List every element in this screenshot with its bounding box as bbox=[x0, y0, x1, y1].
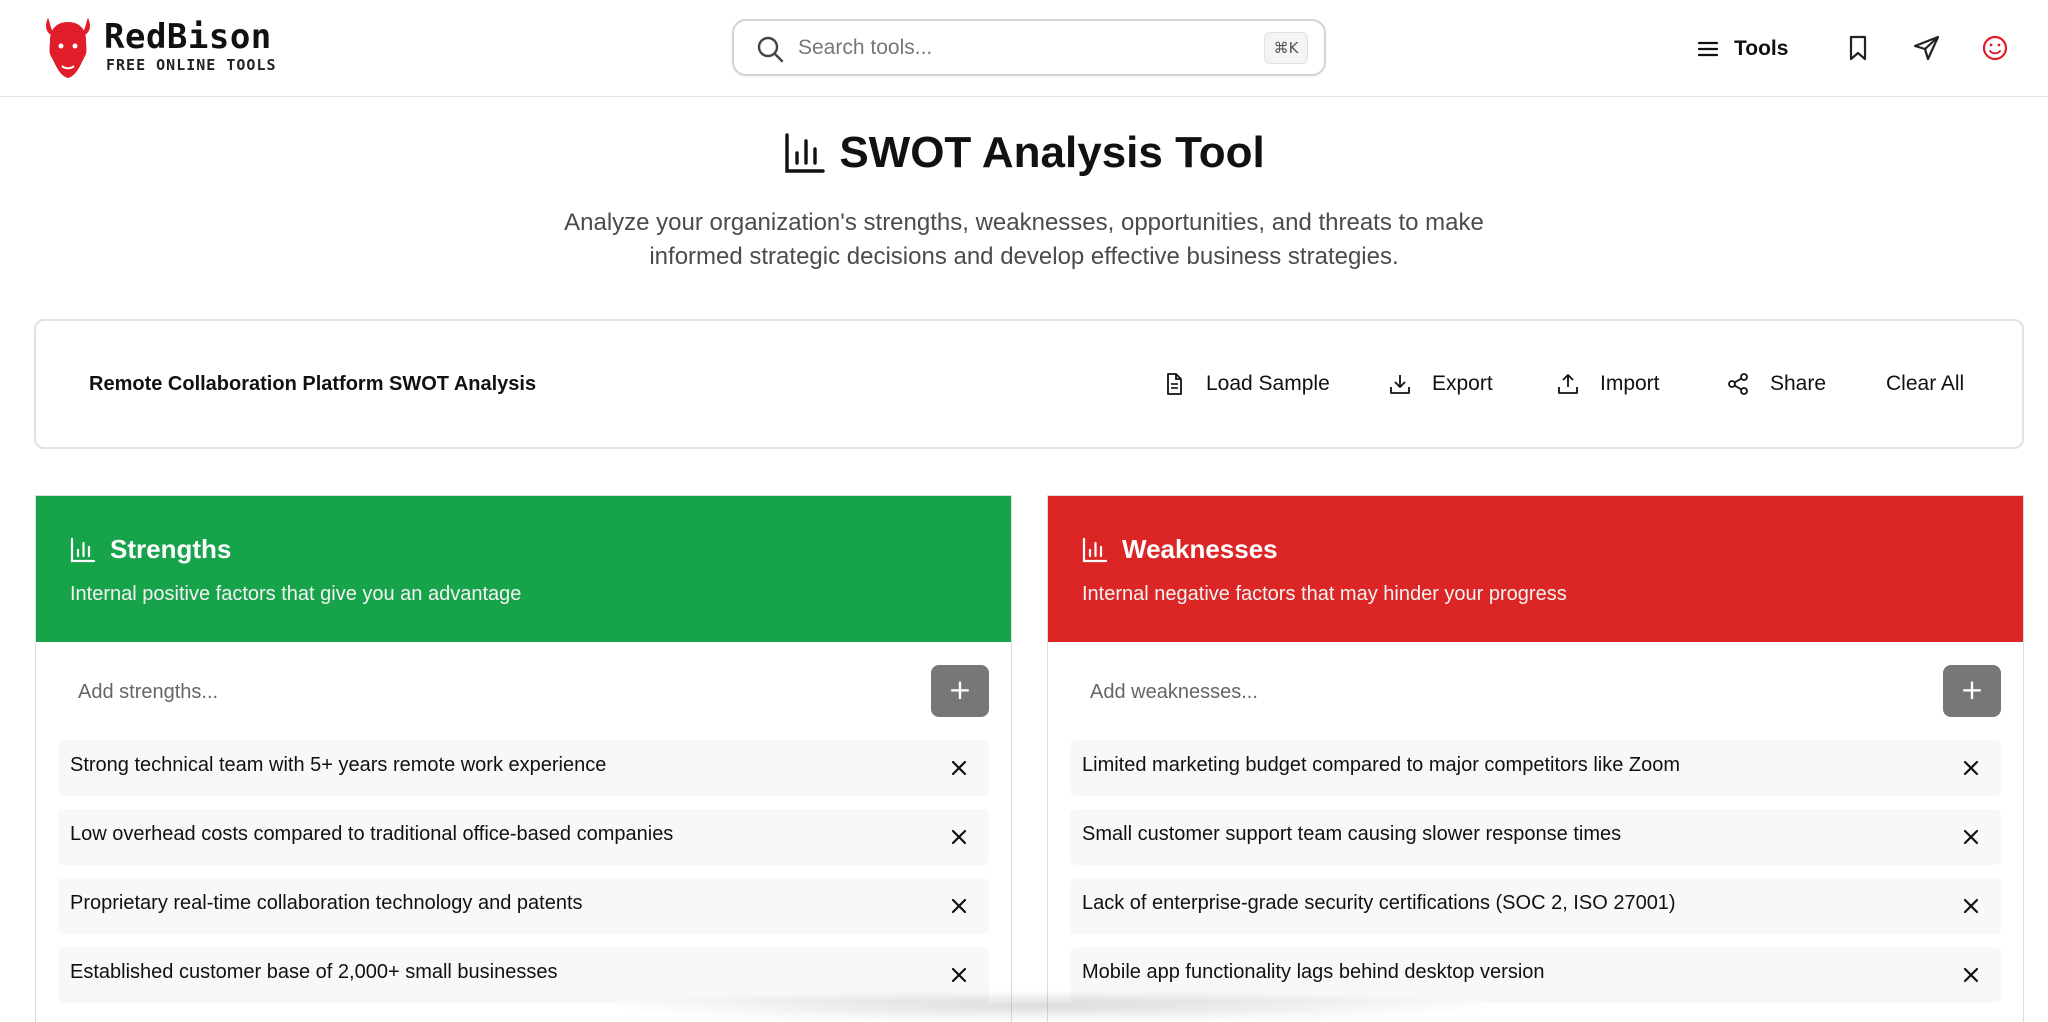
weaknesses-title-text: Weaknesses bbox=[1122, 534, 1278, 564]
bar-chart-icon bbox=[70, 537, 96, 562]
bar-chart-icon bbox=[785, 133, 826, 173]
weaknesses-title: Weaknesses bbox=[1082, 534, 1989, 565]
bookmark-icon[interactable] bbox=[1843, 33, 1873, 63]
search-input[interactable] bbox=[798, 33, 1238, 63]
download-icon bbox=[1390, 375, 1410, 394]
bison-icon bbox=[46, 18, 90, 78]
export-button[interactable]: Export bbox=[1388, 361, 1493, 407]
list-item-text: Strong technical team with 5+ years remo… bbox=[70, 754, 607, 776]
list-item: Lack of enterprise-grade security certif… bbox=[1070, 878, 2001, 934]
share-icon bbox=[1728, 373, 1748, 395]
project-name[interactable]: Remote Collaboration Platform SWOT Analy… bbox=[89, 373, 536, 396]
list-item: Limited marketing budget compared to maj… bbox=[1070, 740, 2001, 796]
document-icon bbox=[1167, 373, 1182, 395]
logo-tagline: FREE ONLINE TOOLS bbox=[106, 56, 277, 74]
strengths-add-button[interactable]: + bbox=[931, 665, 989, 717]
weaknesses-add-row: + bbox=[1048, 642, 2023, 740]
strengths-list: Strong technical team with 5+ years remo… bbox=[36, 740, 1011, 1003]
page-title: SWOT Analysis Tool bbox=[783, 128, 1265, 178]
smiley-icon[interactable] bbox=[1980, 33, 2010, 63]
scroll-shadow bbox=[600, 990, 1500, 1022]
weaknesses-add-input[interactable] bbox=[1070, 670, 1870, 714]
weaknesses-list: Limited marketing budget compared to maj… bbox=[1048, 740, 2023, 1003]
page-title-row: SWOT Analysis Tool bbox=[0, 128, 2048, 180]
list-item: Small customer support team causing slow… bbox=[1070, 809, 2001, 865]
share-label: Share bbox=[1770, 372, 1827, 395]
import-label: Import bbox=[1600, 372, 1660, 395]
strengths-description: Internal positive factors that give you … bbox=[70, 583, 522, 605]
weaknesses-description: Internal negative factors that may hinde… bbox=[1082, 583, 1567, 605]
page-subtitle: Analyze your organization's strengths, w… bbox=[564, 209, 1484, 270]
close-icon[interactable] bbox=[1959, 825, 1983, 849]
load-sample-button[interactable]: Load Sample bbox=[1162, 361, 1330, 407]
close-icon[interactable] bbox=[947, 825, 971, 849]
top-header: RedBison FREE ONLINE TOOLS ⌘K Tools bbox=[0, 0, 2048, 97]
weaknesses-add-button[interactable]: + bbox=[1943, 665, 2001, 717]
list-item-text: Small customer support team causing slow… bbox=[1082, 823, 1622, 845]
weaknesses-header: Weaknesses Internal negative factors tha… bbox=[1048, 496, 2023, 642]
menu-icon bbox=[1697, 41, 1719, 56]
clear-all-button[interactable]: Clear All bbox=[1886, 361, 1964, 407]
search-shortcut: ⌘K bbox=[1264, 32, 1308, 64]
bar-chart-icon bbox=[1082, 537, 1108, 562]
strengths-quadrant: Strengths Internal positive factors that… bbox=[35, 495, 1012, 1022]
list-item-text: Proprietary real-time collaboration tech… bbox=[70, 892, 583, 914]
list-item: Low overhead costs compared to tradition… bbox=[58, 809, 989, 865]
strengths-title: Strengths bbox=[70, 534, 977, 565]
close-icon[interactable] bbox=[947, 756, 971, 780]
upload-icon bbox=[1558, 374, 1578, 394]
list-item-text: Lack of enterprise-grade security certif… bbox=[1082, 892, 1676, 914]
list-item: Proprietary real-time collaboration tech… bbox=[58, 878, 989, 934]
strengths-header: Strengths Internal positive factors that… bbox=[36, 496, 1011, 642]
list-item-text: Low overhead costs compared to tradition… bbox=[70, 823, 674, 845]
page-title-text: SWOT Analysis Tool bbox=[839, 128, 1265, 177]
load-sample-label: Load Sample bbox=[1206, 372, 1330, 395]
import-button[interactable]: Import bbox=[1556, 361, 1660, 407]
close-icon[interactable] bbox=[947, 894, 971, 918]
weaknesses-quadrant: Weaknesses Internal negative factors tha… bbox=[1047, 495, 2024, 1022]
close-icon[interactable] bbox=[1959, 963, 1983, 987]
logo[interactable]: RedBison FREE ONLINE TOOLS bbox=[42, 12, 277, 80]
close-icon[interactable] bbox=[947, 963, 971, 987]
share-button[interactable]: Share bbox=[1726, 361, 1826, 407]
analysis-toolbar: Remote Collaboration Platform SWOT Analy… bbox=[34, 319, 2024, 449]
list-item-text: Established customer base of 2,000+ smal… bbox=[70, 961, 558, 983]
tools-menu-button[interactable]: Tools bbox=[1696, 0, 1788, 97]
logo-name: RedBison bbox=[104, 17, 272, 57]
search-icon bbox=[757, 36, 784, 63]
list-item-text: Mobile app functionality lags behind des… bbox=[1082, 961, 1545, 983]
strengths-title-text: Strengths bbox=[110, 534, 232, 564]
send-icon[interactable] bbox=[1912, 33, 1942, 63]
tools-label: Tools bbox=[1734, 36, 1789, 60]
export-label: Export bbox=[1432, 372, 1493, 395]
close-icon[interactable] bbox=[1959, 756, 1983, 780]
strengths-add-input[interactable] bbox=[58, 670, 858, 714]
strengths-add-row: + bbox=[36, 642, 1011, 740]
list-item: Strong technical team with 5+ years remo… bbox=[58, 740, 989, 796]
list-item-text: Limited marketing budget compared to maj… bbox=[1082, 754, 1681, 776]
search-box[interactable]: ⌘K bbox=[732, 19, 1326, 76]
close-icon[interactable] bbox=[1959, 894, 1983, 918]
